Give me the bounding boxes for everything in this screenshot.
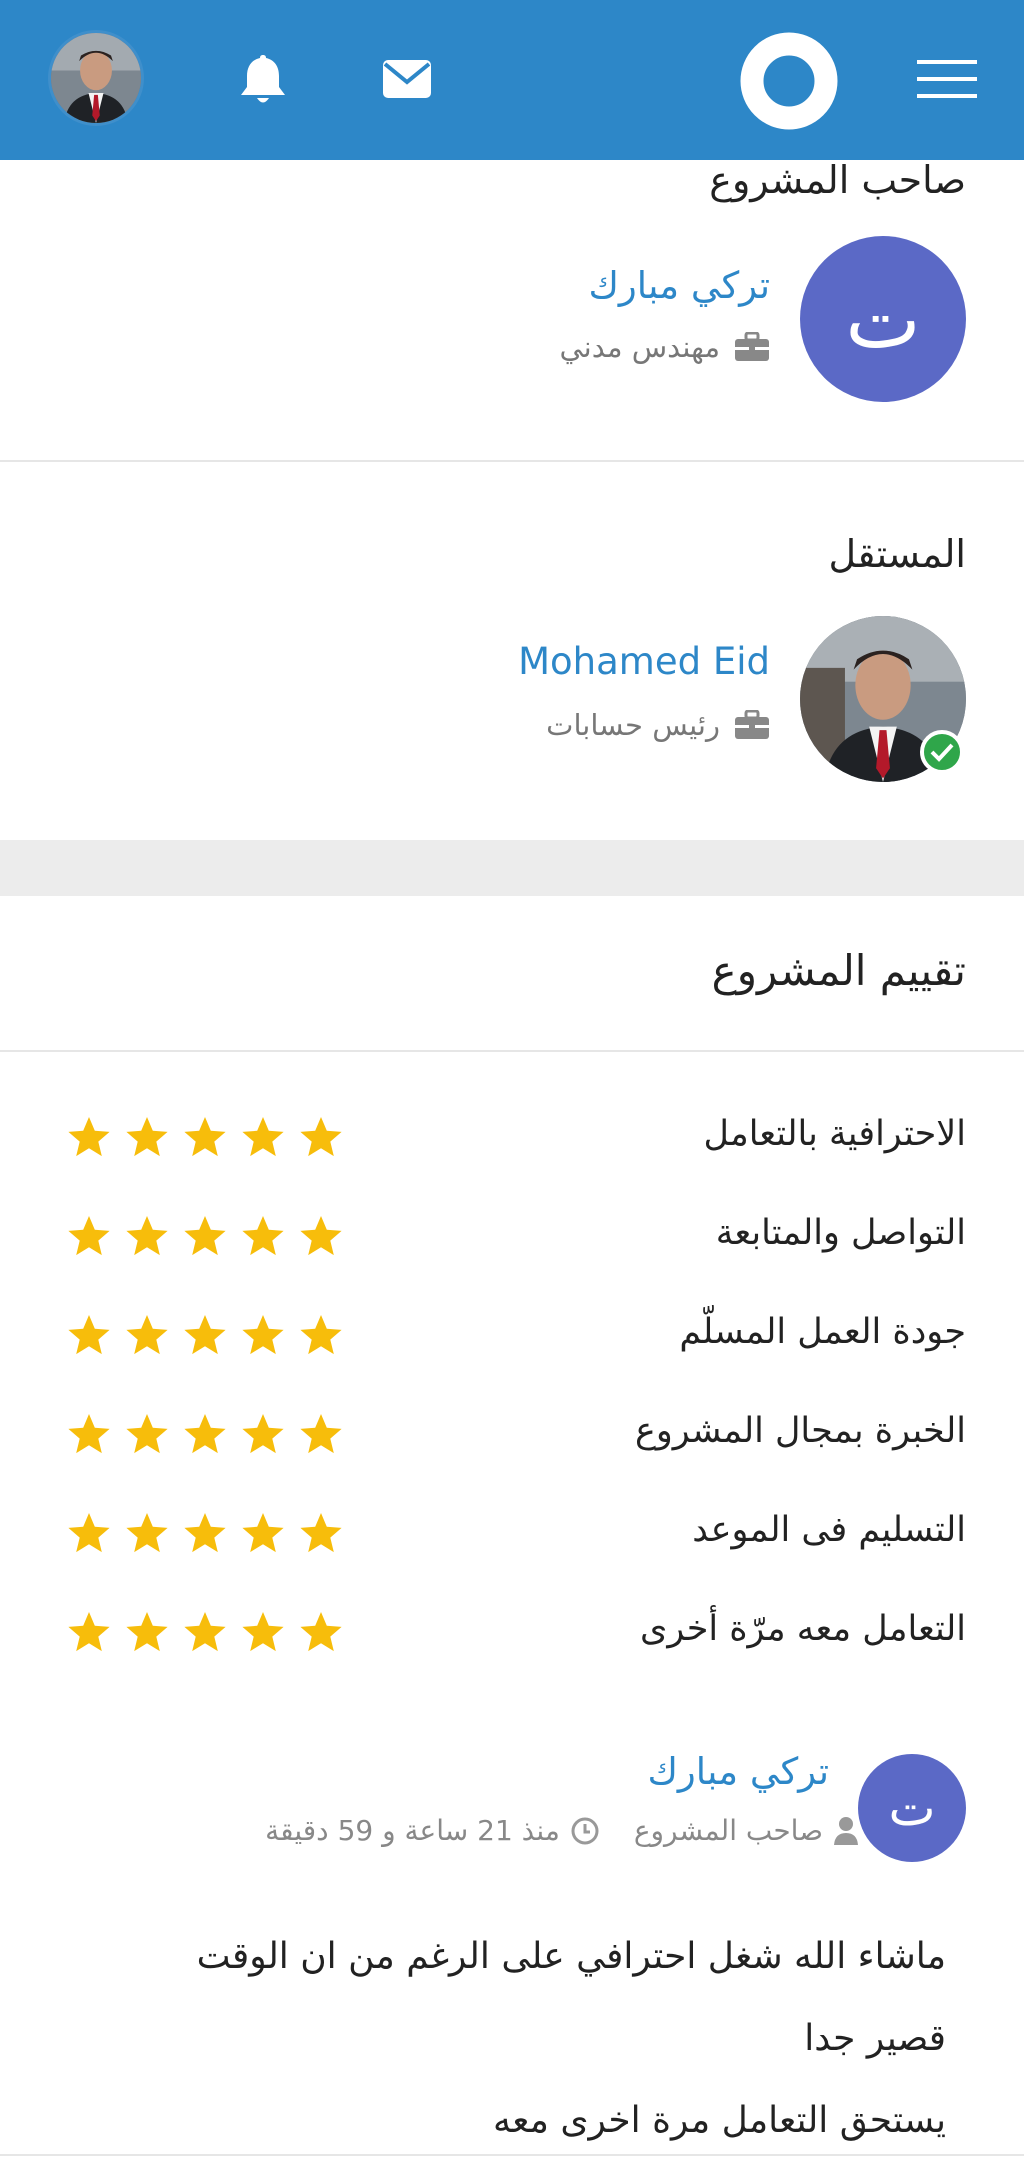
messages-envelope-icon[interactable] — [372, 44, 442, 114]
star-icon — [300, 1414, 342, 1454]
user-icon — [834, 1816, 858, 1845]
star-rating — [66, 1411, 344, 1457]
star-icon — [126, 1117, 168, 1157]
reviewer-role: صاحب المشروع — [633, 1814, 823, 1847]
freelancer-heading: المستقل — [828, 532, 966, 576]
rating-row: التسليم فى الموعد — [0, 1500, 1024, 1570]
notifications-bell-icon[interactable] — [228, 44, 298, 114]
rating-row: الاحترافية بالتعامل — [0, 1104, 1024, 1174]
star-icon — [126, 1414, 168, 1454]
clock-icon — [571, 1817, 599, 1844]
owner-job-title: مهندس مدني — [559, 330, 721, 364]
reviewer-avatar[interactable]: ت — [858, 1754, 966, 1862]
section-divider — [0, 2154, 1024, 2156]
star-rating — [66, 1312, 344, 1358]
owner-job: مهندس مدني — [560, 330, 771, 364]
rating-row: جودة العمل المسلّم — [0, 1302, 1024, 1372]
rating-row: التعامل معه مرّة أخرى — [0, 1599, 1024, 1669]
star-icon — [242, 1612, 284, 1652]
rating-label: جودة العمل المسلّم — [679, 1312, 966, 1352]
star-icon — [184, 1315, 226, 1355]
star-icon — [184, 1414, 226, 1454]
star-icon — [68, 1513, 110, 1553]
freelancer-name-link[interactable]: Mohamed Eid — [518, 640, 770, 683]
owner-avatar[interactable]: ت — [800, 236, 966, 402]
freelancer-job: رئيس حسابات — [546, 708, 770, 742]
star-icon — [242, 1414, 284, 1454]
star-icon — [184, 1513, 226, 1553]
verified-badge-icon — [920, 730, 964, 774]
star-rating — [66, 1609, 344, 1655]
rating-row: التواصل والمتابعة — [0, 1203, 1024, 1273]
rating-label: الاحترافية بالتعامل — [703, 1114, 966, 1154]
star-icon — [300, 1612, 342, 1652]
review-line: قصير جدا — [804, 2018, 946, 2059]
rating-label: التعامل معه مرّة أخرى — [640, 1609, 966, 1649]
star-icon — [300, 1216, 342, 1256]
rating-label: التواصل والمتابعة — [715, 1213, 966, 1253]
star-icon — [126, 1612, 168, 1652]
review-line: ماشاء الله شغل احترافي على الرغم من ان ا… — [196, 1936, 946, 1977]
user-avatar-button[interactable] — [48, 30, 144, 126]
review-body: ماشاء الله شغل احترافي على الرغم من ان ا… — [46, 1916, 946, 2162]
site-logo-ring[interactable] — [740, 32, 838, 130]
star-icon — [126, 1513, 168, 1553]
star-icon — [184, 1216, 226, 1256]
star-icon — [184, 1612, 226, 1652]
rating-row: الخبرة بمجال المشروع — [0, 1401, 1024, 1471]
review-time: منذ 21 ساعة و 59 دقيقة — [265, 1814, 560, 1847]
star-icon — [68, 1414, 110, 1454]
star-icon — [68, 1216, 110, 1256]
hamburger-menu-icon[interactable] — [912, 54, 982, 104]
section-divider — [0, 1050, 1024, 1052]
owner-avatar-letter: ت — [845, 272, 921, 366]
star-icon — [242, 1216, 284, 1256]
user-photo — [51, 33, 141, 123]
star-icon — [68, 1315, 110, 1355]
review-line: يستحق التعامل مرة اخرى معه — [492, 2100, 946, 2141]
star-icon — [300, 1315, 342, 1355]
project-owner-heading: صاحب المشروع — [709, 158, 966, 202]
star-icon — [126, 1315, 168, 1355]
star-icon — [184, 1117, 226, 1157]
review-meta: صاحب المشروع منذ 21 ساعة و 59 دقيقة — [265, 1814, 859, 1847]
star-icon — [68, 1117, 110, 1157]
top-app-bar — [0, 0, 1024, 160]
project-rating-heading: تقييم المشروع — [711, 946, 966, 995]
owner-name-link[interactable]: تركي مبارك — [588, 264, 770, 307]
star-icon — [300, 1513, 342, 1553]
star-icon — [242, 1315, 284, 1355]
section-spacer — [0, 840, 1024, 896]
rating-label: الخبرة بمجال المشروع — [634, 1411, 966, 1451]
briefcase-icon — [735, 332, 769, 361]
star-icon — [126, 1216, 168, 1256]
reviewer-name-link[interactable]: تركي مبارك — [647, 1750, 829, 1793]
rating-label: التسليم فى الموعد — [692, 1510, 966, 1550]
star-rating — [66, 1114, 344, 1160]
star-rating — [66, 1510, 344, 1556]
star-icon — [68, 1612, 110, 1652]
freelancer-job-title: رئيس حسابات — [546, 708, 720, 742]
star-rating — [66, 1213, 344, 1259]
star-icon — [242, 1117, 284, 1157]
reviewer-avatar-letter: ت — [888, 1779, 936, 1837]
section-divider — [0, 460, 1024, 462]
star-icon — [300, 1117, 342, 1157]
star-icon — [242, 1513, 284, 1553]
briefcase-icon — [735, 710, 769, 739]
